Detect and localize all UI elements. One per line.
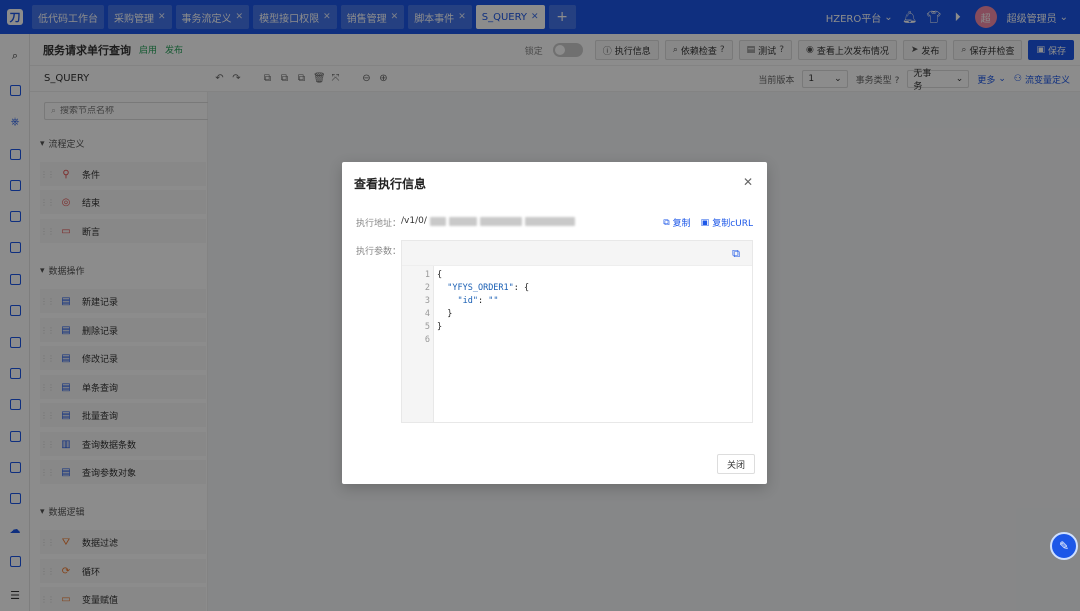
code-line: "id": "": [457, 296, 499, 306]
dialog-footer: 关闭: [716, 454, 755, 474]
support-chat-icon[interactable]: ✎: [1050, 532, 1078, 560]
copy-curl-button[interactable]: ▣ 复制cURL: [700, 216, 753, 230]
code-line: "YFYS_ORDER1": {: [447, 283, 530, 293]
dialog-title: 查看执行信息: [354, 177, 427, 191]
copy-icon: ⧉: [663, 217, 670, 228]
code-icon: ▣: [700, 217, 710, 228]
code-line: }: [437, 322, 443, 332]
copy-icon[interactable]: ⧉: [732, 247, 740, 261]
editor-header: ⧉: [402, 241, 752, 266]
close-button[interactable]: 关闭: [716, 454, 755, 474]
params-label: 执行参数：: [356, 247, 402, 257]
line-number-gutter: 1 2 3 4 5 6: [402, 266, 434, 422]
redacted-text: [479, 216, 522, 226]
copy-url-button[interactable]: ⧉ 复制: [663, 216, 690, 230]
editor-body: 1 2 3 4 5 6 { "YFYS_ORDER1": { "id": "" …: [402, 266, 752, 422]
close-icon[interactable]: ✕: [743, 175, 753, 189]
url-label: 执行地址：: [356, 219, 402, 229]
code-line: {: [437, 270, 443, 280]
redacted-text: [429, 216, 446, 226]
exec-info-dialog: 查看执行信息 ✕ 执行地址： /v1/0/ ⧉ 复制 ▣ 复制cURL 执行参数： …: [342, 162, 767, 484]
copy-links: ⧉ 复制 ▣ 复制cURL: [663, 216, 753, 230]
redacted-text: [524, 216, 575, 226]
exec-url: /v1/0/: [401, 216, 575, 226]
redacted-text: [448, 216, 477, 226]
code-line: }: [437, 309, 453, 319]
params-code-editor[interactable]: ⧉ 1 2 3 4 5 6 { "YFYS_ORDER1": { "id": "…: [401, 240, 753, 423]
code-content[interactable]: { "YFYS_ORDER1": { "id": "" } }: [434, 266, 529, 422]
